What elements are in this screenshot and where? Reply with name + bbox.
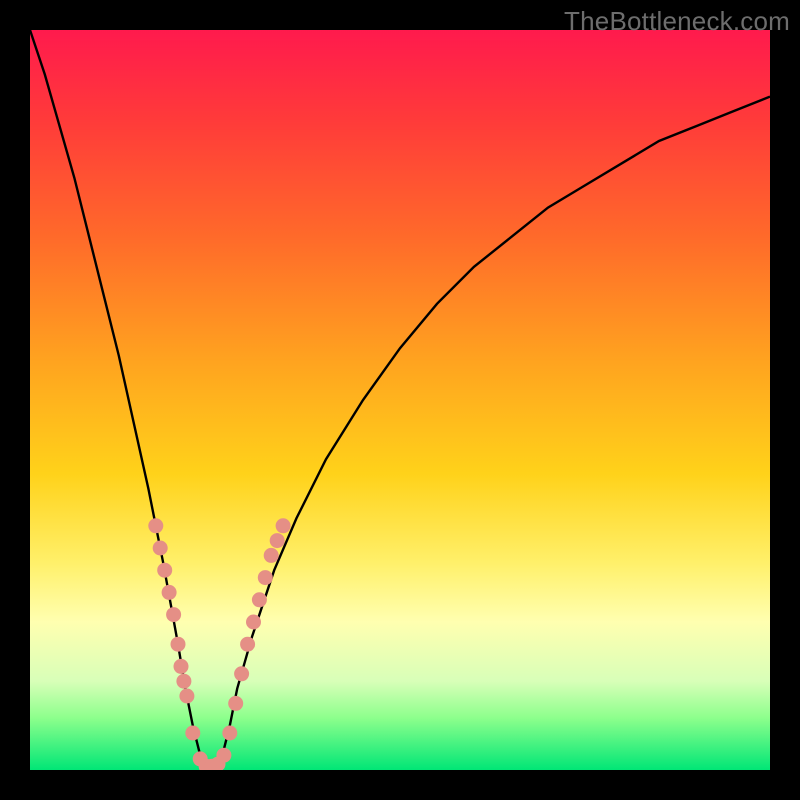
- marker-dot: [162, 585, 177, 600]
- marker-dot: [185, 726, 200, 741]
- marker-dot: [240, 637, 255, 652]
- marker-dot: [234, 666, 249, 681]
- marker-dot: [179, 689, 194, 704]
- marker-dot: [174, 659, 189, 674]
- marker-dot: [264, 548, 279, 563]
- marker-dot: [148, 518, 163, 533]
- marker-dot: [157, 563, 172, 578]
- marker-dot: [216, 748, 231, 763]
- marker-group: [148, 518, 290, 770]
- marker-dot: [171, 637, 186, 652]
- marker-dot: [252, 592, 267, 607]
- marker-dot: [153, 541, 168, 556]
- chart-frame: TheBottleneck.com: [0, 0, 800, 800]
- marker-dot: [246, 615, 261, 630]
- plot-area: [30, 30, 770, 770]
- chart-svg: [30, 30, 770, 770]
- marker-dot: [166, 607, 181, 622]
- bottleneck-curve: [30, 30, 770, 770]
- marker-dot: [276, 518, 291, 533]
- watermark-text: TheBottleneck.com: [564, 6, 790, 37]
- marker-dot: [228, 696, 243, 711]
- marker-dot: [258, 570, 273, 585]
- marker-dot: [270, 533, 285, 548]
- marker-dot: [222, 726, 237, 741]
- marker-dot: [176, 674, 191, 689]
